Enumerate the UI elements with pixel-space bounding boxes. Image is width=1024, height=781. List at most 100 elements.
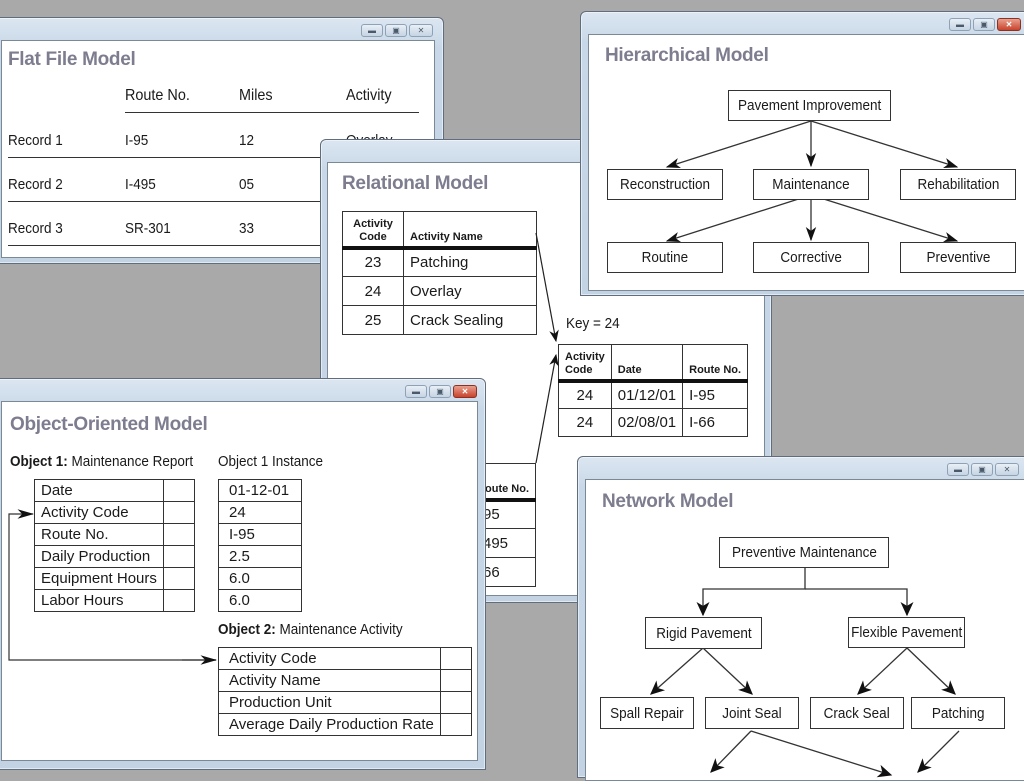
record-miles: 12 <box>239 132 255 149</box>
cell <box>162 479 195 502</box>
minimize-icon[interactable]: ▬ <box>361 24 383 37</box>
window-controls: ▬ ▣ ✕ <box>947 463 1019 476</box>
node-root: Preventive Maintenance <box>719 537 889 568</box>
object-oriented-content: Object-Oriented Model Object 1: Maintena… <box>1 401 478 761</box>
cell <box>162 545 195 568</box>
edge <box>917 730 960 773</box>
flat-file-title: Flat File Model <box>8 49 136 70</box>
node-level1: Maintenance <box>753 169 869 200</box>
table-row: Route No. <box>34 523 195 546</box>
cell <box>439 669 472 692</box>
object2-label: Object 2: Maintenance Activity <box>218 621 403 638</box>
maximize-icon[interactable]: ▣ <box>385 24 407 37</box>
record-miles: 33 <box>239 220 255 237</box>
record-route: SR-301 <box>125 220 171 237</box>
record-route: I-495 <box>125 176 156 193</box>
field: Average Daily Production Rate <box>218 713 441 736</box>
arrow-from-route-table <box>535 353 559 464</box>
relational-title: Relational Model <box>342 173 489 194</box>
node-level2: Routine <box>607 242 723 273</box>
cell: Overlay <box>403 276 537 306</box>
record-route: I-95 <box>125 132 149 149</box>
column-header-route: Route No. <box>125 87 190 104</box>
minimize-icon[interactable]: ▬ <box>947 463 969 476</box>
column-header: Date <box>610 344 684 381</box>
edge <box>750 730 893 778</box>
node-level2: Corrective <box>753 242 869 273</box>
edge <box>665 120 812 168</box>
key-table: Activity Code Date Route No. 24 01/12/01… <box>558 344 749 437</box>
cell <box>162 589 195 612</box>
object1-label: Object 1: Maintenance Report <box>10 453 194 470</box>
table-row: 01-12-01 <box>218 479 302 502</box>
table-row: Activity Code <box>34 501 195 524</box>
table-row: Equipment Hours <box>34 567 195 590</box>
cell: 24 <box>558 380 612 409</box>
table-row: 6.0 <box>218 589 302 612</box>
maximize-icon[interactable]: ▣ <box>971 463 993 476</box>
table-row: I-95 <box>218 523 302 546</box>
value: 2.5 <box>218 545 302 568</box>
cell <box>439 647 472 670</box>
edge <box>810 120 959 169</box>
cell: 25 <box>342 305 404 335</box>
close-icon[interactable]: ✕ <box>453 385 477 398</box>
table-row: Activity Code <box>218 647 472 670</box>
window-controls: ▬ ▣ ✕ <box>405 385 477 398</box>
value: I-95 <box>218 523 302 546</box>
value: 24 <box>218 501 302 524</box>
node-root: Pavement Improvement <box>728 90 891 121</box>
table-row: 25 Crack Sealing <box>342 305 537 335</box>
field: Daily Production <box>34 545 164 568</box>
node-level1: Rehabilitation <box>900 169 1016 200</box>
hierarchical-title: Hierarchical Model <box>605 45 769 66</box>
column-header-miles: Miles <box>239 87 273 104</box>
network-content: Network Model Preventive Maintenance Rig… <box>585 479 1024 781</box>
cell: 23 <box>342 247 404 277</box>
cell: 02/08/01 <box>610 408 684 437</box>
minimize-icon[interactable]: ▬ <box>949 18 971 31</box>
cell: 24 <box>558 408 612 437</box>
record-label: Record 1 <box>8 132 63 149</box>
table-row: 24 Overlay <box>342 276 537 306</box>
object2-fields-table: Activity Code Activity Name Production U… <box>218 647 472 736</box>
hierarchical-window: ▬ ▣ ✕ Hierarchical Model Pavement Improv… <box>580 11 1024 296</box>
column-header: Activity Code <box>558 344 612 381</box>
table-row: 23 Patching <box>342 247 537 277</box>
cell: 24 <box>342 276 404 306</box>
node-level1: Flexible Pavement <box>848 617 965 648</box>
close-icon[interactable]: ✕ <box>997 18 1021 31</box>
minimize-icon[interactable]: ▬ <box>405 385 427 398</box>
column-header: Route No. <box>682 344 749 381</box>
close-icon[interactable]: ✕ <box>409 24 433 37</box>
table-row: 24 02/08/01 I-66 <box>558 408 749 437</box>
cell <box>162 523 195 546</box>
column-header: Activity Name <box>403 211 537 248</box>
key-label: Key = 24 <box>566 315 620 332</box>
object-oriented-title: Object-Oriented Model <box>10 414 208 435</box>
instance-label: Object 1 Instance <box>218 453 324 470</box>
table-row: 2.5 <box>218 545 302 568</box>
object1-fields-table: Date Activity Code Route No. Daily Produ… <box>34 479 195 612</box>
close-icon[interactable]: ✕ <box>995 463 1019 476</box>
record-miles: 05 <box>239 176 255 193</box>
field: Equipment Hours <box>34 567 164 590</box>
value: 6.0 <box>218 567 302 590</box>
field: Labor Hours <box>34 589 164 612</box>
record-label: Record 2 <box>8 176 63 193</box>
column-header: Activity Code <box>342 211 404 248</box>
cell: Patching <box>403 247 537 277</box>
field: Activity Code <box>218 647 441 670</box>
node-level1: Reconstruction <box>607 169 723 200</box>
edge <box>650 647 704 695</box>
network-title: Network Model <box>602 491 734 512</box>
header-divider <box>125 112 419 113</box>
node-level2: Crack Seal <box>810 697 904 729</box>
node-level2: Spall Repair <box>600 697 694 729</box>
node-level1: Rigid Pavement <box>645 617 762 649</box>
maximize-icon[interactable]: ▣ <box>429 385 451 398</box>
cell <box>439 713 472 736</box>
value: 01-12-01 <box>218 479 302 502</box>
table-row: 6.0 <box>218 567 302 590</box>
maximize-icon[interactable]: ▣ <box>973 18 995 31</box>
